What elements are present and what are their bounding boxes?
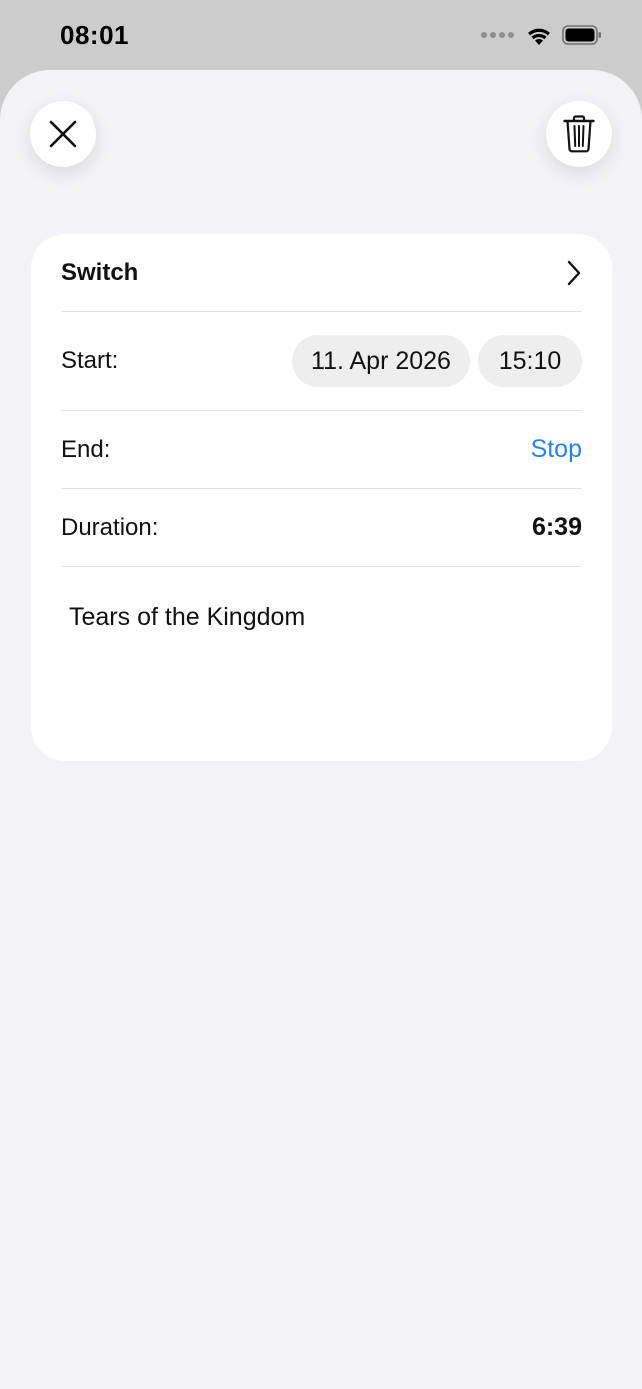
stop-button[interactable]: Stop [531,435,582,464]
entry-card: Switch Start: 11. Apr 2026 15:10 End: St… [31,234,612,761]
status-time: 08:01 [60,20,129,50]
notes-field[interactable]: Tears of the Kingdom [61,567,582,632]
chevron-right-icon [567,260,581,285]
project-title: Switch [61,258,139,286]
wifi-icon [528,28,550,45]
end-row: End: Stop [61,411,582,489]
status-bar: 08:01 [0,0,642,72]
end-label: End: [61,435,111,463]
project-row[interactable]: Switch [61,234,582,312]
start-time-picker[interactable]: 15:10 [478,335,582,387]
sheet: Switch Start: 11. Apr 2026 15:10 End: St… [0,70,642,1389]
status-icons [481,24,602,46]
battery-icon [562,25,601,45]
duration-label: Duration: [61,513,159,541]
trash-icon [563,115,595,153]
delete-button[interactable] [546,101,612,167]
duration-value: 6:39 [531,513,582,541]
signal-dots-icon [481,32,514,38]
close-button[interactable] [30,101,96,167]
start-pickers: 11. Apr 2026 15:10 [292,335,582,387]
duration-row: Duration: 6:39 [61,489,582,567]
close-icon [49,120,77,148]
start-label: Start: [61,347,119,374]
start-date-picker[interactable]: 11. Apr 2026 [292,335,470,387]
start-row: Start: 11. Apr 2026 15:10 [61,312,582,411]
